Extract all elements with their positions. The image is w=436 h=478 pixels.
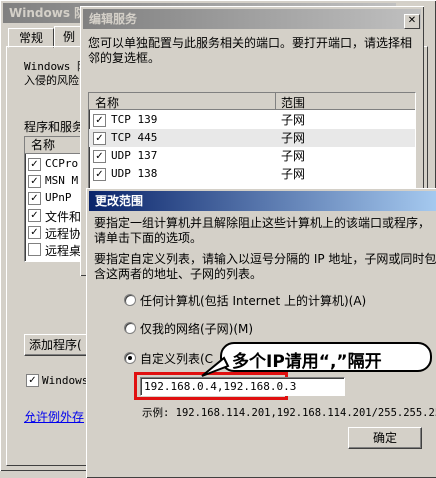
program-checkbox[interactable]: ✓ [28, 192, 41, 205]
program-checkbox[interactable]: ✓ [28, 175, 41, 188]
ok-button-label: 确定 [372, 431, 397, 445]
exceptions-link[interactable]: 允许例外存 [24, 408, 84, 425]
radio-any-computer-label[interactable]: 任何计算机(包括 Internet 上的计算机)(A) [140, 292, 366, 309]
program-checkbox[interactable]: ✓ [28, 158, 41, 171]
tab-exceptions-label: 例 [63, 30, 76, 44]
port-row[interactable]: ✓ UDP 138 子网 [89, 165, 415, 183]
ports-list-header: 名称 范围 [89, 93, 415, 110]
port-checkbox[interactable]: ✓ [93, 132, 106, 145]
program-item[interactable]: ✓ 文件和 [25, 208, 85, 224]
program-item[interactable]: 远程桌 [25, 242, 85, 258]
edit-service-title: 编辑服务 [89, 12, 138, 26]
programs-list-header: 名称 [25, 137, 85, 154]
programs-label: 程序和服务 [24, 120, 85, 134]
scope-para2: 要指定自定义列表，请输入以逗号分隔的 IP 地址，子网或同时包含这两者的地址、子… [94, 252, 436, 281]
scope-para1: 要指定一组计算机并且解除阻止这些计算机上的该端口或程序，请单击下面的选项。 [94, 216, 431, 245]
program-label: CCPro [45, 157, 79, 170]
port-scope: 子网 [281, 149, 306, 163]
port-row[interactable]: ✓ TCP 139 子网 [89, 111, 415, 129]
port-checkbox[interactable]: ✓ [93, 114, 106, 127]
column-name: 名称 [95, 96, 120, 110]
edit-service-description: 您可以单独配置与此服务相关的端口。要打开端口，请选择相邻的复选框。 [88, 36, 413, 65]
tab-general[interactable]: 常规 [8, 28, 54, 48]
callout-pointer [201, 356, 230, 377]
program-item[interactable]: ✓ 远程协 [25, 225, 85, 241]
port-checkbox[interactable]: ✓ [93, 168, 106, 181]
change-scope-title: 更改范围 [95, 194, 144, 208]
port-name: TCP 445 [111, 131, 158, 144]
custom-list-value: 192.168.0.4,192.168.0.3 [144, 380, 297, 393]
change-scope-titlebar: 更改范围 [89, 191, 436, 211]
program-item[interactable]: ✓ MSN M [25, 174, 85, 190]
program-item[interactable]: ✓ CCPro [25, 157, 85, 173]
port-scope: 子网 [281, 113, 306, 127]
notify-label: Windows [42, 374, 89, 387]
custom-list-input[interactable]: 192.168.0.4,192.168.0.3 [140, 377, 345, 396]
program-label: UPnP [45, 191, 72, 204]
port-name: UDP 138 [111, 167, 158, 180]
ok-button[interactable]: 确定 [348, 427, 422, 449]
scope-example: 示例: 192.168.114.201,192.168.114.201/255.… [142, 407, 436, 419]
port-checkbox[interactable]: ✓ [93, 150, 106, 163]
program-checkbox[interactable]: ✓ [28, 226, 41, 239]
notify-checkbox[interactable]: ✓ [26, 374, 39, 387]
program-item[interactable]: ✓ UPnP [25, 191, 85, 207]
port-row[interactable]: ✓ UDP 137 子网 [89, 147, 415, 165]
port-name: TCP 139 [111, 113, 158, 126]
firewall-desc-line2: 入侵的风险 [24, 74, 79, 87]
radio-my-subnet-label[interactable]: 仅我的网络(子网)(M) [140, 320, 253, 337]
add-program-label: 添加程序( [29, 338, 82, 352]
port-row[interactable]: ✓ TCP 445 子网 [89, 129, 415, 147]
column-divider [275, 93, 276, 109]
radio-any-computer[interactable] [124, 294, 136, 306]
programs-header-name: 名称 [31, 138, 56, 152]
program-label: 远程桌 [45, 244, 82, 258]
programs-list: 名称 ✓ CCPro ✓ MSN M ✓ UPnP ✓ 文件和 ✓ 远程协 远程… [24, 136, 86, 262]
callout-bubble: 多个IP请用“,”隔开 [220, 342, 432, 372]
program-label: MSN M [45, 174, 79, 187]
port-scope: 子网 [281, 131, 306, 145]
edit-service-close-icon[interactable]: ✕ [404, 14, 420, 29]
callout-text: 多个IP请用“,”隔开 [232, 352, 382, 372]
program-checkbox[interactable]: ✓ [28, 209, 41, 222]
tab-general-label: 常规 [18, 31, 43, 45]
edit-service-titlebar: 编辑服务 [83, 9, 421, 29]
add-program-button[interactable]: 添加程序( [24, 334, 92, 356]
column-scope: 范围 [281, 96, 306, 110]
program-checkbox[interactable] [28, 243, 41, 256]
change-scope-dialog: 更改范围 要指定一组计算机并且解除阻止这些计算机上的该端口或程序，请单击下面的选… [86, 188, 436, 478]
program-label: 文件和 [45, 210, 82, 224]
port-name: UDP 137 [111, 149, 158, 162]
port-scope: 子网 [281, 167, 306, 181]
radio-custom-list[interactable] [124, 352, 136, 364]
radio-my-subnet[interactable] [124, 322, 136, 334]
program-label: 远程协 [45, 227, 82, 241]
